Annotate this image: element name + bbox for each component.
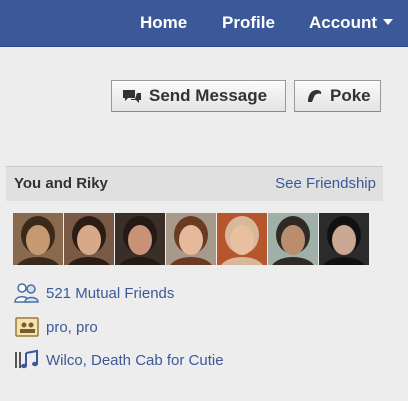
nav-home-link[interactable]: Home — [140, 13, 187, 33]
friend-photo-4 — [166, 213, 216, 265]
music-link[interactable]: Wilco, Death Cab for Cutie — [46, 352, 224, 369]
friend-photo[interactable] — [268, 213, 318, 265]
friendship-header: You and Riky See Friendship — [6, 166, 383, 201]
friend-photo[interactable] — [64, 213, 114, 265]
friend-photo-1 — [13, 213, 63, 265]
friendship-title: You and Riky — [14, 175, 108, 192]
friend-photo[interactable] — [166, 213, 216, 265]
poke-button[interactable]: Poke — [294, 80, 381, 112]
friend-photo[interactable] — [217, 213, 267, 265]
see-friendship-link[interactable]: See Friendship — [275, 175, 376, 192]
friend-photo-2 — [64, 213, 114, 265]
friend-photo-5 — [217, 213, 267, 265]
friend-photo[interactable] — [13, 213, 63, 265]
friend-photo-3 — [115, 213, 165, 265]
music-row: Wilco, Death Cab for Cutie — [14, 349, 224, 371]
send-message-button[interactable]: Send Message — [111, 80, 286, 112]
friends-icon — [14, 283, 39, 303]
chevron-down-icon — [383, 19, 393, 25]
work-link[interactable]: pro, pro — [46, 319, 98, 336]
mutual-friends-link[interactable]: 521 Mutual Friends — [46, 285, 174, 302]
poke-label: Poke — [330, 86, 371, 105]
friend-photo[interactable] — [319, 213, 369, 265]
work-icon — [15, 317, 39, 337]
friend-photo[interactable] — [115, 213, 165, 265]
music-icon — [15, 349, 38, 369]
friend-photo-7 — [319, 213, 369, 265]
work-row: pro, pro — [14, 316, 98, 338]
friend-photo-6 — [268, 213, 318, 265]
message-icon — [123, 90, 141, 103]
nav-account-menu[interactable]: Account — [309, 13, 393, 33]
mutual-friends-row: 521 Mutual Friends — [14, 282, 174, 304]
send-message-label: Send Message — [149, 86, 268, 105]
top-navigation-bar: Home Profile Account — [0, 0, 408, 47]
poke-icon — [308, 90, 322, 102]
nav-profile-link[interactable]: Profile — [222, 13, 275, 33]
mutual-friends-photos — [13, 213, 373, 265]
nav-account-label: Account — [309, 13, 377, 32]
